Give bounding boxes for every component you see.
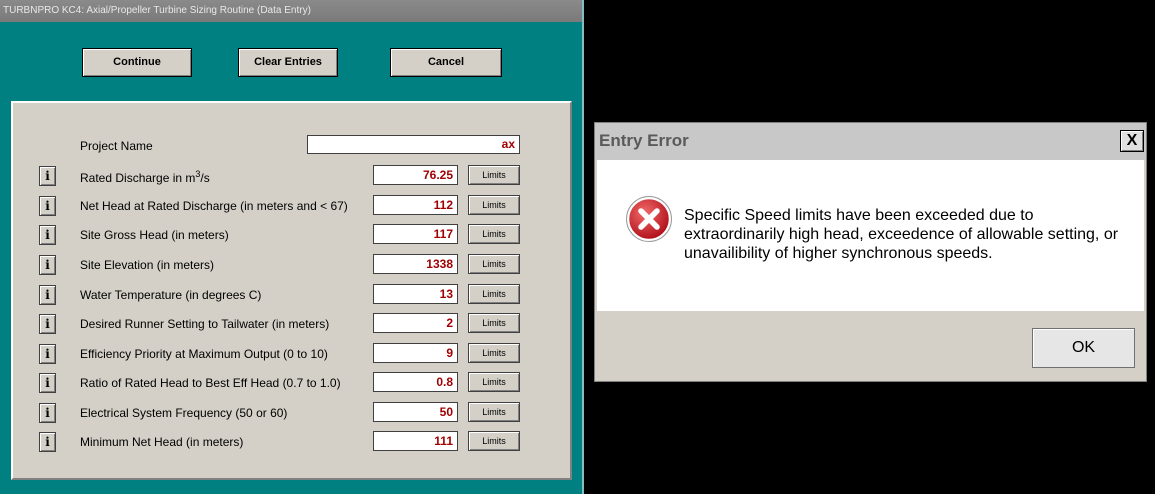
head-ratio-label: Ratio of Rated Head to Best Eff Head (0.… xyxy=(80,376,341,390)
limits-button-net-head[interactable]: Limits xyxy=(468,195,520,215)
runner-setting-input[interactable]: 2 xyxy=(373,313,458,333)
gross-head-input[interactable]: 117 xyxy=(373,224,458,244)
water-temperature-label: Water Temperature (in degrees C) xyxy=(80,288,262,302)
cancel-button[interactable]: Cancel xyxy=(390,48,502,77)
system-frequency-label: Electrical System Frequency (50 or 60) xyxy=(80,406,288,420)
continue-button[interactable]: Continue xyxy=(82,48,192,77)
limits-button-runner-setting[interactable]: Limits xyxy=(468,313,520,333)
runner-setting-label: Desired Runner Setting to Tailwater (in … xyxy=(80,317,330,331)
limits-button-system-frequency[interactable]: Limits xyxy=(468,402,520,422)
info-button-efficiency-priority[interactable]: i xyxy=(39,344,56,364)
rated-discharge-input[interactable]: 76.25 xyxy=(373,165,458,185)
system-frequency-input[interactable]: 50 xyxy=(373,402,458,422)
net-head-input[interactable]: 112 xyxy=(373,195,458,215)
limits-button-head-ratio[interactable]: Limits xyxy=(468,372,520,392)
head-ratio-input[interactable]: 0.8 xyxy=(373,372,458,392)
window-title: TURBNPRO KC4: Axial/Propeller Turbine Si… xyxy=(0,0,582,22)
error-icon xyxy=(626,196,672,242)
limits-button-gross-head[interactable]: Limits xyxy=(468,224,520,244)
limits-button-water-temperature[interactable]: Limits xyxy=(468,284,520,304)
info-button-system-frequency[interactable]: i xyxy=(39,403,56,423)
ok-button[interactable]: OK xyxy=(1032,328,1135,368)
entry-error-dialog: Entry Error X Specific Speed limits have… xyxy=(594,122,1147,382)
dialog-title: Entry Error xyxy=(599,131,689,150)
project-name-label: Project Name xyxy=(80,139,153,153)
data-entry-window: TURBNPRO KC4: Axial/Propeller Turbine Si… xyxy=(0,0,584,494)
rated-discharge-label: Rated Discharge in m3/s xyxy=(80,169,210,185)
site-elevation-input[interactable]: 1338 xyxy=(373,254,458,274)
project-name-input[interactable]: ax xyxy=(307,135,520,154)
info-button-runner-setting[interactable]: i xyxy=(39,314,56,334)
info-button-site-elevation[interactable]: i xyxy=(39,255,56,275)
dialog-body: Specific Speed limits have been exceeded… xyxy=(597,160,1144,311)
info-button-net-head[interactable]: i xyxy=(39,196,56,216)
minimum-net-head-input[interactable]: 111 xyxy=(373,431,458,451)
info-button-gross-head[interactable]: i xyxy=(39,225,56,245)
limits-button-minimum-net-head[interactable]: Limits xyxy=(468,431,520,451)
info-button-head-ratio[interactable]: i xyxy=(39,373,56,393)
dialog-titlebar: Entry Error X xyxy=(595,123,1146,160)
efficiency-priority-input[interactable]: 9 xyxy=(373,343,458,363)
clear-entries-button[interactable]: Clear Entries xyxy=(238,48,338,77)
water-temperature-input[interactable]: 13 xyxy=(373,284,458,304)
minimum-net-head-label: Minimum Net Head (in meters) xyxy=(80,435,244,449)
site-elevation-label: Site Elevation (in meters) xyxy=(80,258,215,272)
limits-button-rated-discharge[interactable]: Limits xyxy=(468,165,520,185)
efficiency-priority-label: Efficiency Priority at Maximum Output (0… xyxy=(80,347,328,361)
net-head-label: Net Head at Rated Discharge (in meters a… xyxy=(80,199,348,213)
limits-button-efficiency-priority[interactable]: Limits xyxy=(468,343,520,363)
info-button-minimum-net-head[interactable]: i xyxy=(39,432,56,452)
info-button-water-temperature[interactable]: i xyxy=(39,285,56,305)
close-button[interactable]: X xyxy=(1120,130,1144,152)
info-button-rated-discharge[interactable]: i xyxy=(39,166,56,186)
limits-button-site-elevation[interactable]: Limits xyxy=(468,254,520,274)
entry-form-panel: Project Name ax i Rated Discharge in m3/… xyxy=(11,101,572,480)
error-message: Specific Speed limits have been exceeded… xyxy=(684,207,1119,262)
gross-head-label: Site Gross Head (in meters) xyxy=(80,228,229,242)
